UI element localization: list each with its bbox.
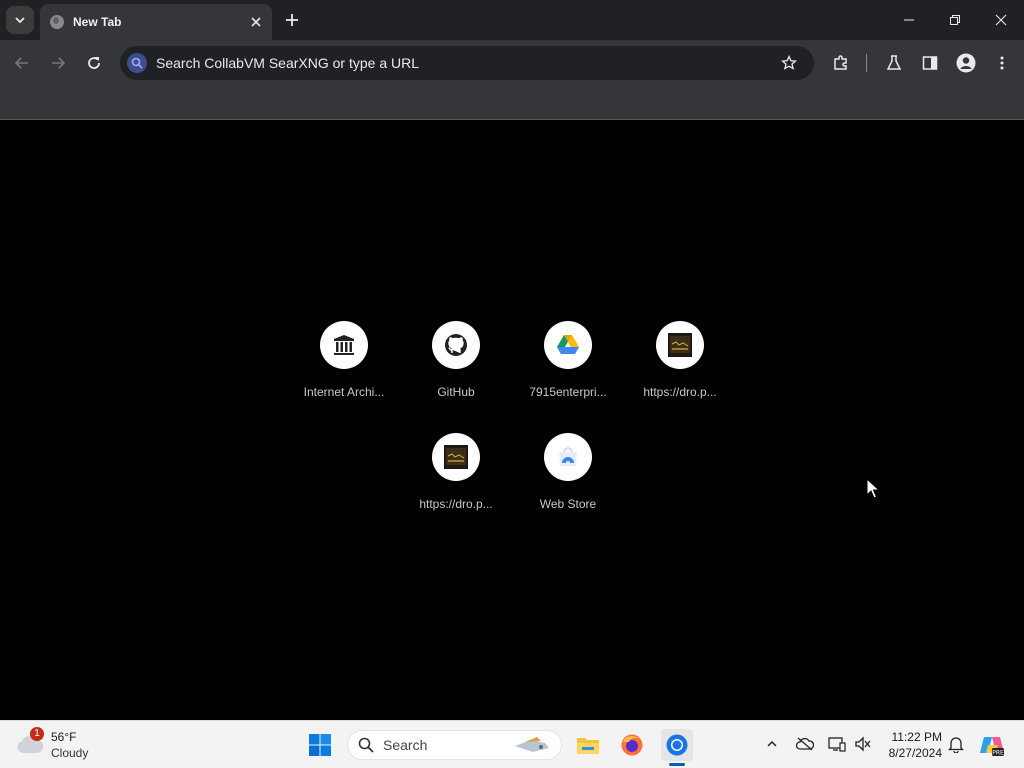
new-tab-page: Internet Archi... GitHub 7915enterpri... (0, 121, 1024, 720)
github-icon (445, 334, 467, 356)
firefox-icon (621, 734, 643, 756)
side-panel-button[interactable] (917, 50, 943, 76)
shortcut-tile[interactable]: Web Store (520, 433, 616, 533)
reload-icon (88, 57, 100, 69)
shortcut-icon-circle (432, 321, 480, 369)
shortcut-tile[interactable]: GitHub (408, 321, 504, 421)
clock-time: 11:22 PM (891, 730, 942, 744)
tab-close-button[interactable] (246, 12, 266, 32)
plus-icon (286, 14, 298, 26)
taskbar: 1 56°F Cloudy Search 11:22 PM 8/27/2024 … (0, 720, 1024, 768)
web-store-icon (559, 447, 577, 466)
weather-temp: 56°F (51, 730, 77, 744)
copilot-button[interactable]: PRE (976, 729, 1008, 761)
chevron-down-icon (15, 17, 25, 24)
shortcut-icon-circle (320, 321, 368, 369)
network-status[interactable] (826, 733, 848, 755)
toolbar-separator (866, 54, 867, 72)
forward-button[interactable] (45, 50, 71, 76)
shortcut-label: Web Store (539, 497, 597, 511)
taskbar-search-label: Search (383, 737, 428, 753)
onedrive-status[interactable] (794, 733, 816, 755)
arrow-left-icon (14, 57, 28, 69)
new-tab-button[interactable] (280, 8, 304, 32)
weather-widget[interactable]: 1 56°F Cloudy (16, 727, 106, 763)
profile-button[interactable] (953, 50, 979, 76)
tab-new-tab[interactable]: New Tab (40, 4, 272, 40)
shortcut-label: Internet Archi... (303, 385, 385, 399)
labs-button[interactable] (881, 50, 907, 76)
close-icon (995, 14, 1007, 26)
avatar-icon (956, 53, 976, 73)
shortcut-label: 7915enterpri... (529, 385, 607, 399)
reload-button[interactable] (81, 50, 107, 76)
show-hidden-icons-button[interactable] (761, 733, 783, 755)
bell-icon (948, 737, 964, 753)
globe-icon (50, 15, 64, 29)
copilot-icon: PRE (980, 737, 1004, 757)
network-icon (828, 737, 846, 752)
chevron-up-icon (767, 740, 777, 747)
shortcut-icon-circle (432, 433, 480, 481)
taskbar-search[interactable]: Search (347, 730, 562, 760)
shortcut-tile[interactable]: https://dro.p... (408, 433, 504, 533)
start-button[interactable] (304, 729, 336, 761)
firefox-button[interactable] (616, 729, 648, 761)
shortcut-label: https://dro.p... (419, 497, 493, 511)
shortcut-icon-circle (656, 321, 704, 369)
puzzle-icon (834, 55, 847, 70)
folder-icon (577, 738, 599, 754)
search-highlight-icon (515, 737, 549, 752)
chrome-icon (666, 734, 688, 756)
back-button[interactable] (9, 50, 35, 76)
tab-title: New Tab (73, 15, 122, 29)
tab-search-button[interactable] (6, 6, 34, 34)
svg-text:PRE: PRE (992, 750, 1004, 757)
archive-icon (334, 335, 354, 355)
flask-icon (886, 55, 902, 70)
shortcut-tile[interactable]: https://dro.p... (632, 321, 728, 421)
mouse-cursor-icon (866, 478, 880, 499)
speaker-muted-icon (855, 736, 871, 752)
close-window-button[interactable] (978, 0, 1024, 40)
address-bar[interactable]: Search CollabVM SearXNG or type a URL (120, 46, 814, 80)
chrome-button[interactable] (661, 729, 693, 761)
restore-icon (950, 15, 960, 25)
side-panel-icon (922, 56, 938, 70)
windows-icon (309, 734, 331, 756)
active-app-indicator (669, 763, 685, 766)
title-bar: New Tab (0, 0, 1024, 40)
notification-badge: 1 (30, 727, 44, 741)
star-icon (781, 55, 797, 70)
bookmarks-bar (0, 86, 1024, 120)
taskbar-clock[interactable]: 11:22 PM 8/27/2024 (880, 729, 942, 761)
notifications-button[interactable] (945, 733, 967, 755)
cloud-offline-icon (796, 737, 814, 751)
kebab-menu-icon (1000, 56, 1004, 70)
google-drive-icon (557, 335, 579, 354)
bookmark-star-button[interactable] (778, 52, 800, 74)
shortcut-label: GitHub (437, 385, 475, 399)
close-icon (251, 17, 261, 27)
search-icon (358, 737, 374, 753)
menu-button[interactable] (989, 50, 1015, 76)
extensions-button[interactable] (828, 50, 854, 76)
minimize-button[interactable] (886, 0, 932, 40)
file-explorer-button[interactable] (572, 729, 604, 761)
shortcut-icon-circle (544, 433, 592, 481)
shortcut-icon-circle (544, 321, 592, 369)
clock-date: 8/27/2024 (888, 746, 942, 760)
shortcut-tile[interactable]: 7915enterpri... (520, 321, 616, 421)
thumbnail-icon (668, 333, 692, 357)
weather-condition: Cloudy (51, 746, 89, 760)
minimize-icon (904, 19, 914, 21)
arrow-right-icon (52, 57, 66, 69)
volume-status[interactable] (852, 733, 874, 755)
search-engine-icon (127, 53, 147, 73)
address-bar-placeholder: Search CollabVM SearXNG or type a URL (156, 55, 419, 71)
shortcut-label: https://dro.p... (643, 385, 717, 399)
thumbnail-icon (444, 445, 468, 469)
restore-button[interactable] (932, 0, 978, 40)
shortcut-tile[interactable]: Internet Archi... (296, 321, 392, 421)
